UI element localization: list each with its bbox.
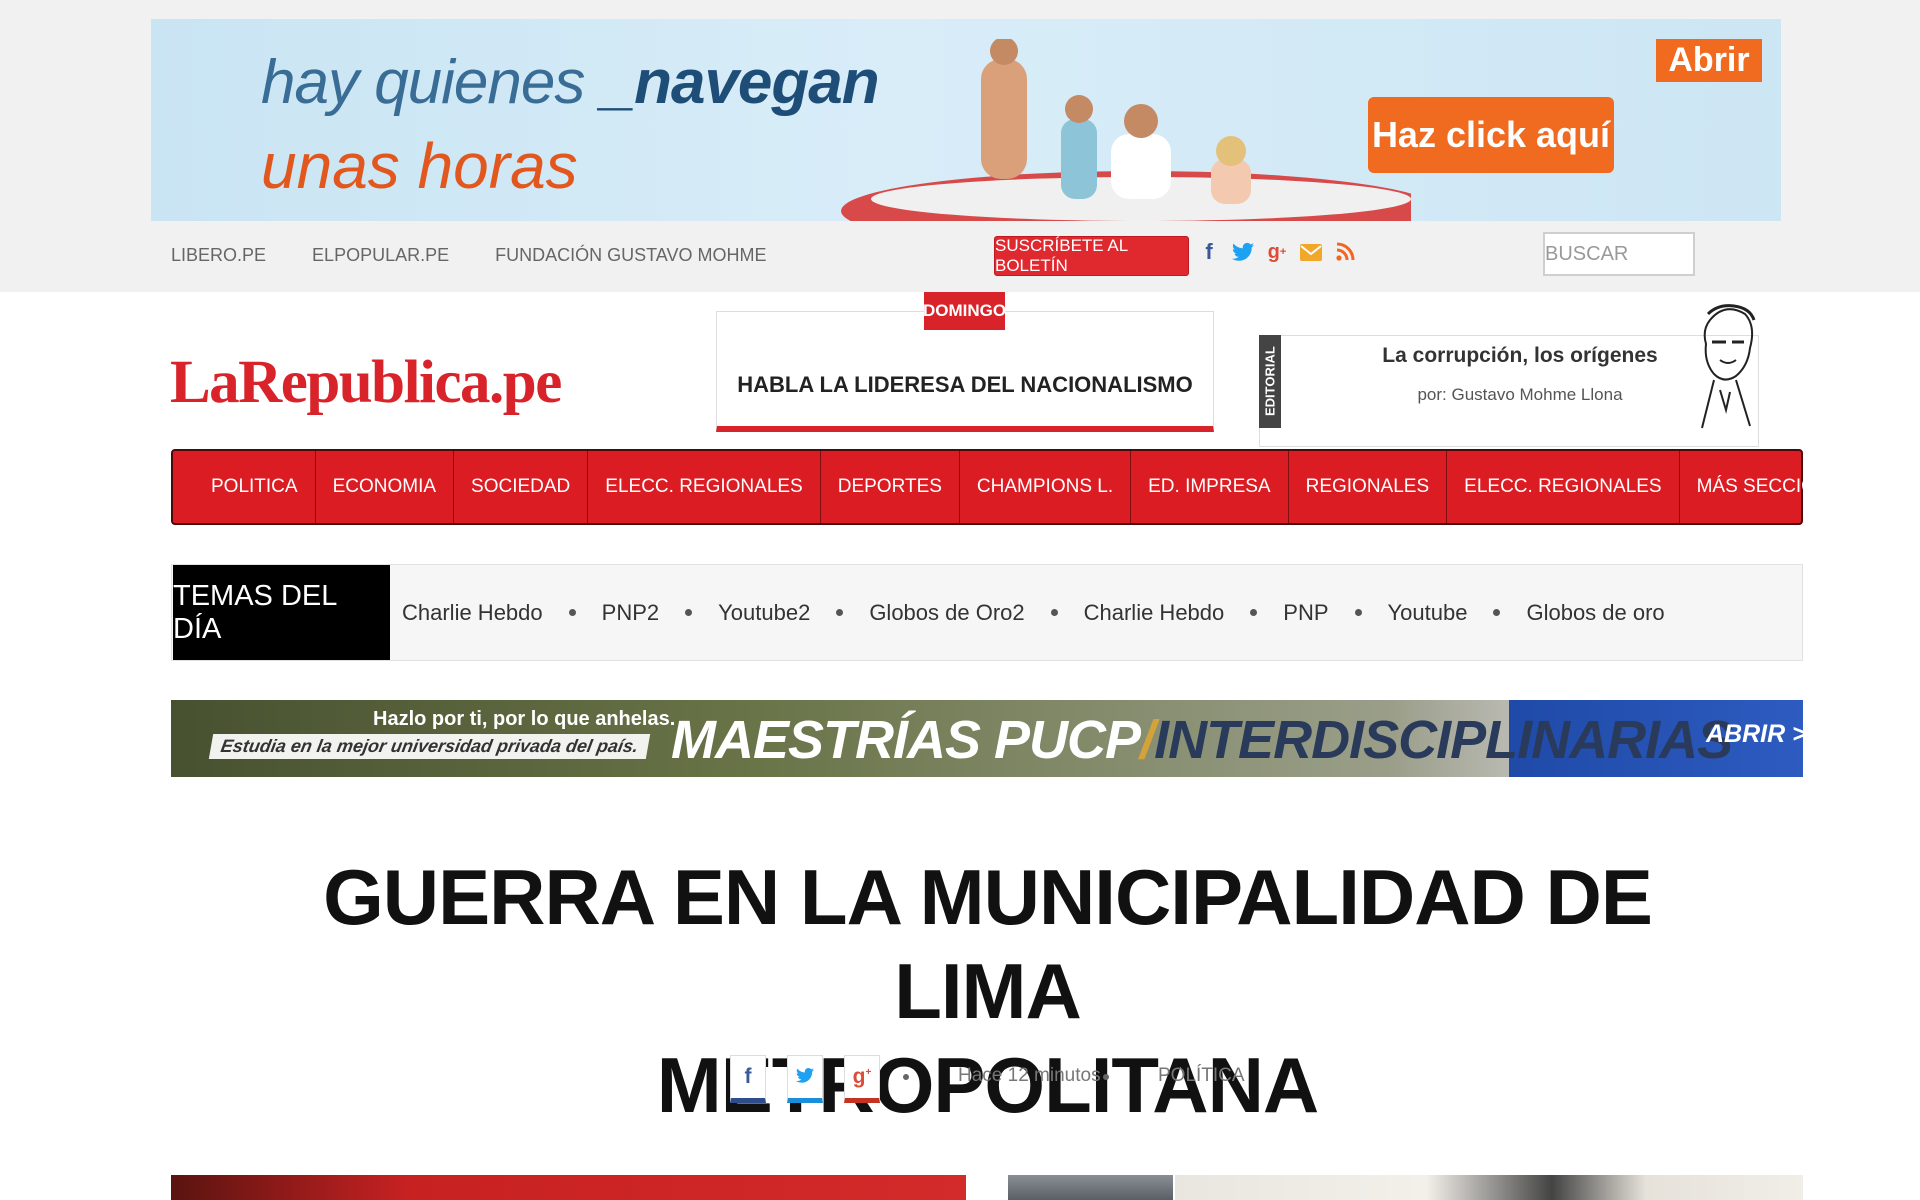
subscribe-newsletter-button[interactable]: SUSCRÍBETE AL BOLETÍN <box>994 236 1189 276</box>
editorial-title[interactable]: La corrupción, los orígenes <box>1330 344 1710 368</box>
utility-links: LIBERO.PE ELPOPULAR.PE FUNDACIÓN GUSTAVO… <box>171 245 766 266</box>
editorial-author: por: Gustavo Mohme Llona <box>1417 385 1623 404</box>
nav-more-sections[interactable]: MÁS SECCIONES <box>1680 451 1892 523</box>
ad-boat-illustration <box>841 39 1411 221</box>
topic-separator <box>1354 609 1362 616</box>
article-image-side[interactable] <box>1008 1175 1173 1200</box>
share-google-plus-button[interactable]: g+ <box>844 1055 880 1103</box>
nav-item-elecc-regionales-2[interactable]: ELECC. REGIONALES <box>1447 451 1680 523</box>
nav-more-label: MÁS SECCIONES <box>1696 476 1855 497</box>
editorial-tab: EDITORIAL <box>1259 335 1281 428</box>
nav-item-elecc-regionales[interactable]: ELECC. REGIONALES <box>588 451 821 523</box>
ad-open-button[interactable]: Abrir <box>1656 39 1762 82</box>
util-link-elpopular[interactable]: ELPOPULAR.PE <box>312 245 449 266</box>
ad-headline-line2: unas horas <box>261 130 578 202</box>
share-twitter-button[interactable] <box>787 1055 823 1103</box>
domingo-feature-title[interactable]: HABLA LA LIDERESA DEL NACIONALISMO <box>716 372 1214 398</box>
twitter-icon <box>796 1065 814 1089</box>
topic-separator <box>1050 609 1058 616</box>
topic-link[interactable]: PNP2 <box>602 600 659 626</box>
main-navigation: POLITICA ECONOMIA SOCIEDAD ELECC. REGION… <box>171 449 1875 525</box>
twitter-icon[interactable] <box>1232 238 1254 266</box>
pucp-ad-banner[interactable]: Hazlo por ti, por lo que anhelas. Estudi… <box>171 700 1803 777</box>
nav-item-sociedad[interactable]: SOCIEDAD <box>454 451 589 523</box>
nav-item-deportes[interactable]: DEPORTES <box>821 451 960 523</box>
article-headline: GUERRA EN LA MUNICIPALIDAD DE LIMA METRO… <box>230 850 1745 1132</box>
editorial-author-portrait <box>1701 304 1756 429</box>
nav-item-ed-impresa[interactable]: ED. IMPRESA <box>1131 451 1289 523</box>
share-facebook-button[interactable]: f <box>730 1055 766 1103</box>
article-image-side-2[interactable] <box>1175 1175 1803 1200</box>
top-ad-banner[interactable]: hay quienes _navegan unas horas Abrir Ha… <box>151 19 1781 221</box>
topic-link[interactable]: Globos de Oro2 <box>869 600 1024 626</box>
topic-separator <box>1493 609 1501 616</box>
topic-link[interactable]: Charlie Hebdo <box>1084 600 1225 626</box>
topic-link[interactable]: Charlie Hebdo <box>402 600 543 626</box>
search-input[interactable] <box>1543 232 1695 276</box>
util-link-libero[interactable]: LIBERO.PE <box>171 245 266 266</box>
domingo-tag: DOMINGO <box>923 292 1006 330</box>
headline-line-1: GUERRA EN LA MUNICIPALIDAD DE LIMA <box>323 853 1653 1035</box>
google-plus-icon: g+ <box>852 1065 872 1088</box>
article-image-main[interactable] <box>171 1175 966 1200</box>
ad-subline: Estudia en la mejor universidad privada … <box>208 734 651 759</box>
email-icon[interactable] <box>1300 238 1322 266</box>
site-logo[interactable]: LaRepublica.pe <box>170 348 562 418</box>
ad-headline-line1: hay quienes _navegan <box>261 48 880 117</box>
topic-separator <box>568 609 576 616</box>
topic-separator <box>1250 609 1258 616</box>
topic-link[interactable]: Youtube <box>1388 600 1468 626</box>
facebook-icon: f <box>744 1065 752 1088</box>
nav-item-economia[interactable]: ECONOMIA <box>316 451 455 523</box>
facebook-icon[interactable]: f <box>1198 238 1220 266</box>
nav-item-champions[interactable]: CHAMPIONS L. <box>960 451 1132 523</box>
topics-label: TEMAS DEL DÍA <box>173 565 390 660</box>
ad-tagline: Hazlo por ti, por lo que anhelas. <box>373 708 676 730</box>
nav-item-regionales[interactable]: REGIONALES <box>1289 451 1448 523</box>
topic-separator <box>685 609 693 616</box>
article-section-link[interactable]: POLÍTICA <box>1158 1065 1245 1087</box>
ad-open-cta[interactable]: ABRIR > <box>1706 720 1803 749</box>
util-link-fundacion[interactable]: FUNDACIÓN GUSTAVO MOHME <box>495 245 766 266</box>
article-timestamp: Hace 12 minutos <box>958 1065 1101 1086</box>
topic-separator <box>836 609 844 616</box>
google-plus-icon[interactable]: g + <box>1266 238 1288 266</box>
meta-separator <box>1103 1074 1109 1080</box>
topic-link[interactable]: Youtube2 <box>718 600 810 626</box>
social-icons: f g + <box>1198 238 1356 266</box>
ad-click-button[interactable]: Haz click aquí <box>1368 97 1614 173</box>
rss-icon[interactable] <box>1334 238 1356 266</box>
topic-link[interactable]: PNP <box>1283 600 1328 626</box>
ad-main-title: MAESTRÍAS PUCP/INTERDISCIPLINARIAS <box>671 710 1733 770</box>
meta-separator <box>903 1074 909 1080</box>
topics-list: Charlie Hebdo PNP2 Youtube2 Globos de Or… <box>402 565 1665 660</box>
caret-down-icon <box>1862 485 1875 492</box>
nav-item-politica[interactable]: POLITICA <box>173 451 316 523</box>
topic-link[interactable]: Globos de oro <box>1526 600 1664 626</box>
